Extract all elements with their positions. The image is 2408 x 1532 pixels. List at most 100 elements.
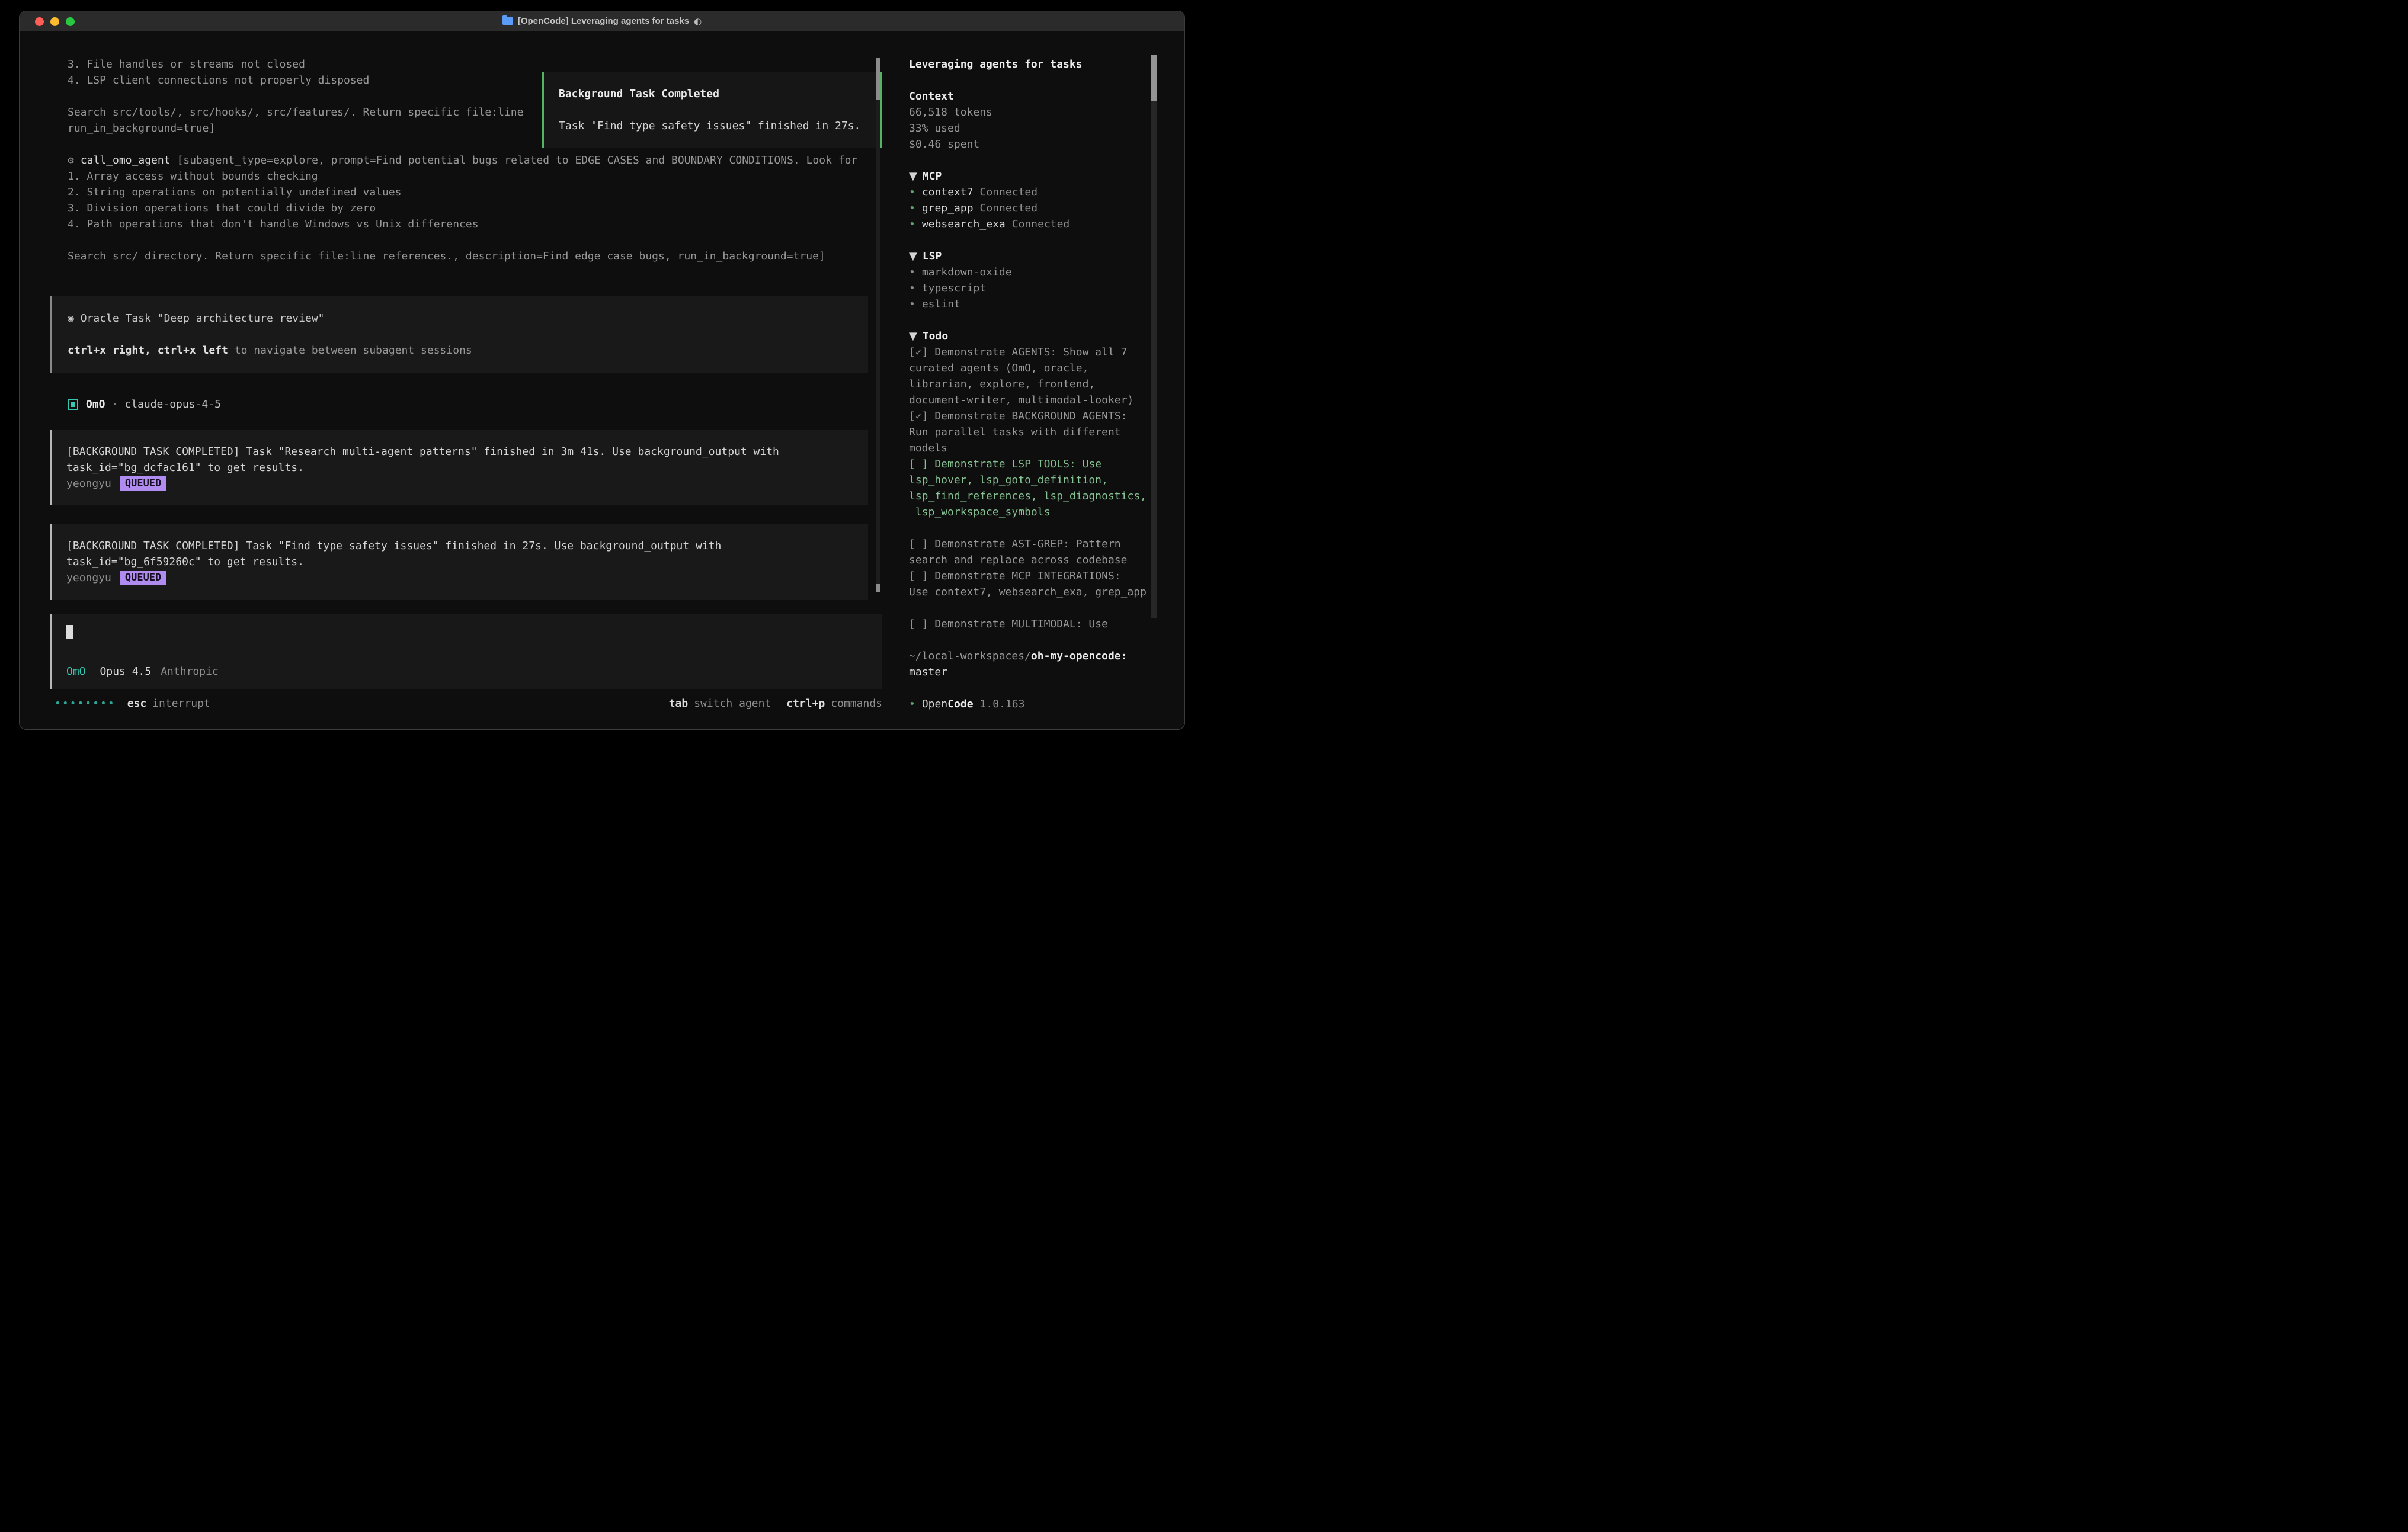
log-line: 3. File handles or streams not closed bbox=[68, 56, 892, 72]
mcp-item: •grep_appConnected bbox=[909, 200, 1151, 216]
sidebar-scrollbar-thumb[interactable] bbox=[1151, 55, 1157, 101]
todo-item-pending: [ ] Demonstrate MCP INTEGRATIONS: Use co… bbox=[909, 568, 1151, 600]
agent-name: OmO bbox=[86, 398, 105, 411]
tool-call-body-line: Search src/ directory. Return specific f… bbox=[68, 248, 892, 264]
mcp-item: •context7Connected bbox=[909, 184, 1151, 200]
traffic-lights bbox=[35, 11, 75, 31]
window-title: [OpenCode] Leveraging agents for tasks ◐ bbox=[502, 16, 702, 27]
todo-item-pending: [ ] Demonstrate MULTIMODAL: Use bbox=[909, 616, 1151, 632]
app-version: 1.0.163 bbox=[980, 698, 1025, 710]
bullet-icon: • bbox=[909, 282, 915, 294]
blank-line bbox=[68, 264, 892, 280]
context-header: Context bbox=[909, 88, 1151, 104]
bullet-icon: • bbox=[909, 218, 915, 230]
oracle-navigation-hint: ctrl+x right, ctrl+x left to navigate be… bbox=[68, 342, 853, 358]
workspace-repo: oh-my-opencode: bbox=[1031, 650, 1128, 662]
app-version-footer: • Open Code 1.0.163 bbox=[909, 696, 1151, 712]
message-author: yeongyu bbox=[66, 477, 111, 490]
chevron-down-icon: ▼ bbox=[909, 250, 917, 262]
bullet-icon: • bbox=[909, 698, 915, 710]
message-text-line: [BACKGROUND TASK COMPLETED] Task "Resear… bbox=[66, 444, 853, 460]
prompt-input[interactable]: OmO Opus 4.5 Anthropic bbox=[50, 614, 882, 689]
toast-title: Background Task Completed bbox=[559, 86, 866, 102]
message-text-line: [BACKGROUND TASK COMPLETED] Task "Find t… bbox=[66, 538, 853, 554]
context-used: 33% used bbox=[909, 120, 1151, 136]
main-scrollbar-thumb[interactable] bbox=[876, 58, 880, 100]
hint-text: to navigate between subagent sessions bbox=[228, 344, 472, 357]
blank-line bbox=[68, 280, 892, 296]
half-circle-icon: ◐ bbox=[694, 16, 702, 27]
bullet-icon: • bbox=[909, 266, 915, 278]
tab-key-hint: tab bbox=[669, 697, 689, 710]
close-window-button[interactable] bbox=[35, 17, 44, 26]
lsp-item: •typescript bbox=[909, 280, 1151, 296]
tab-key-label: switch agent bbox=[694, 697, 771, 710]
session-sidebar: Leveraging agents for tasks Context 66,5… bbox=[892, 31, 1184, 729]
tool-call-body-line: 3. Division operations that could divide… bbox=[68, 200, 892, 216]
text-cursor bbox=[66, 625, 73, 639]
message-text-line: task_id="bg_6f59260c" to get results. bbox=[66, 554, 853, 570]
model-name: Opus 4.5 bbox=[100, 665, 152, 678]
toast-body: Task "Find type safety issues" finished … bbox=[559, 118, 866, 134]
model-provider: Anthropic bbox=[161, 665, 219, 678]
window-content: 3. File handles or streams not closed 4.… bbox=[20, 31, 1184, 729]
terminal-window: [OpenCode] Leveraging agents for tasks ◐… bbox=[19, 11, 1185, 730]
status-bar: •••••••• esc interrupt tab switch agent … bbox=[55, 696, 882, 711]
agent-model: claude-opus-4-5 bbox=[124, 398, 221, 411]
sidebar-scrollbar-track[interactable] bbox=[1151, 55, 1157, 618]
model-short-name: OmO bbox=[66, 665, 86, 678]
tool-call-name: call_omo_agent bbox=[81, 154, 171, 166]
background-task-toast: Background Task Completed Task "Find typ… bbox=[542, 72, 882, 148]
todo-item-done: [✓] Demonstrate BACKGROUND AGENTS: Run p… bbox=[909, 408, 1151, 456]
bullet-icon: • bbox=[909, 298, 915, 310]
ctrlp-key-label: commands bbox=[831, 697, 882, 710]
background-task-message[interactable]: [BACKGROUND TASK COMPLETED] Task "Find t… bbox=[50, 524, 868, 600]
lsp-item: •eslint bbox=[909, 296, 1151, 312]
lsp-item: •markdown-oxide bbox=[909, 264, 1151, 280]
main-scrollbar-end-marker[interactable] bbox=[876, 584, 880, 592]
blank-line bbox=[68, 232, 892, 248]
todo-item-active: [ ] Demonstrate LSP TOOLS: Use lsp_hover… bbox=[909, 456, 1151, 520]
agent-header: OmO · claude-opus-4-5 bbox=[68, 396, 892, 412]
hint-keys: ctrl+x right, ctrl+x left bbox=[68, 344, 228, 357]
todo-item-pending: [ ] Demonstrate AST-GREP: Pattern search… bbox=[909, 536, 1151, 568]
window-titlebar[interactable]: [OpenCode] Leveraging agents for tasks ◐ bbox=[20, 11, 1184, 31]
mcp-section-header[interactable]: ▼MCP bbox=[909, 168, 1151, 184]
input-cursor-row[interactable] bbox=[66, 625, 867, 641]
queued-badge: QUEUED bbox=[120, 476, 166, 491]
tool-call-line: ⚙ call_omo_agent [subagent_type=explore, p… bbox=[68, 152, 892, 168]
context-spent: $0.46 spent bbox=[909, 136, 1151, 152]
ctrlp-key-hint: ctrl+p bbox=[786, 697, 825, 710]
main-scrollbar-track[interactable] bbox=[876, 58, 880, 592]
tool-call-args: [subagent_type=explore, prompt=Find pote… bbox=[177, 154, 858, 166]
app-name-regular: Open bbox=[922, 698, 947, 710]
lsp-section-header[interactable]: ▼LSP bbox=[909, 248, 1151, 264]
queued-badge: QUEUED bbox=[120, 571, 166, 585]
bullet-icon: • bbox=[909, 202, 915, 214]
tool-call-body-line: 2. String operations on potentially unde… bbox=[68, 184, 892, 200]
fisheye-icon: ◉ bbox=[68, 312, 74, 325]
mcp-item: •websearch_exaConnected bbox=[909, 216, 1151, 232]
chevron-down-icon: ▼ bbox=[909, 170, 917, 182]
esc-key-hint: esc bbox=[127, 697, 147, 710]
bullet-icon: • bbox=[909, 186, 915, 198]
separator-dot: · bbox=[112, 398, 119, 411]
oracle-task-panel[interactable]: ◉ Oracle Task "Deep architecture review"… bbox=[50, 296, 868, 373]
minimize-window-button[interactable] bbox=[50, 17, 59, 26]
todo-section-header[interactable]: ▼Todo bbox=[909, 328, 1151, 344]
tool-call-body-line: 1. Array access without bounds checking bbox=[68, 168, 892, 184]
context-tokens: 66,518 tokens bbox=[909, 104, 1151, 120]
agent-square-icon bbox=[68, 399, 78, 410]
background-task-message[interactable]: [BACKGROUND TASK COMPLETED] Task "Resear… bbox=[50, 430, 868, 505]
zoom-window-button[interactable] bbox=[66, 17, 75, 26]
terminal-main-pane: 3. File handles or streams not closed 4.… bbox=[20, 31, 892, 729]
chevron-down-icon: ▼ bbox=[909, 330, 917, 342]
blank-line bbox=[68, 326, 853, 342]
gear-icon: ⚙ bbox=[68, 154, 74, 166]
tool-call-body-line: 4. Path operations that don't handle Win… bbox=[68, 216, 892, 232]
message-author: yeongyu bbox=[66, 572, 111, 584]
todo-item-done: [✓] Demonstrate AGENTS: Show all 7 curat… bbox=[909, 344, 1151, 408]
esc-key-label: interrupt bbox=[152, 697, 210, 710]
folder-icon bbox=[502, 17, 513, 25]
workspace-branch: master bbox=[909, 664, 1151, 680]
